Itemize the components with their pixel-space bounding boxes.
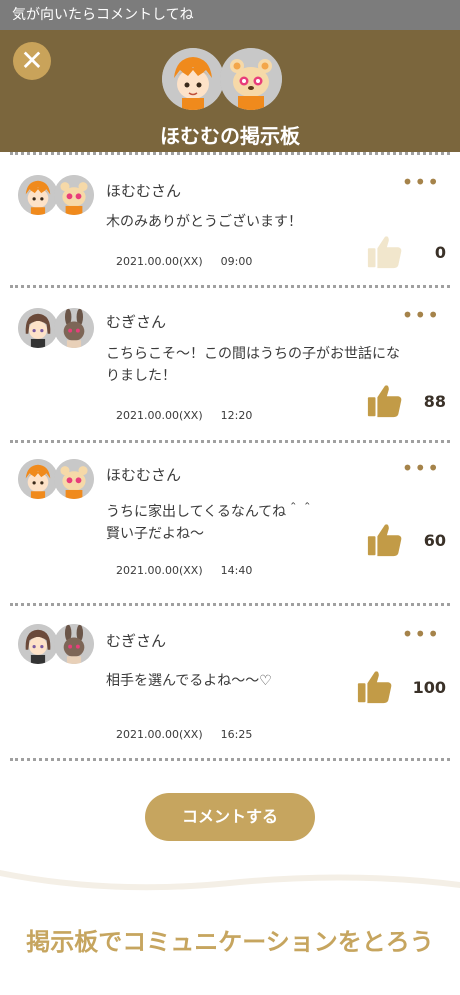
character-rabbit-icon (54, 308, 94, 348)
header-avatars (162, 48, 292, 112)
character-bear-icon (54, 459, 94, 499)
post-time: 12:20 (220, 409, 253, 422)
avatar (54, 175, 94, 215)
post-timestamp: 2021.00.00(XX) 14:40 (116, 564, 270, 577)
more-options-icon[interactable]: ••• (402, 458, 440, 478)
more-options-icon[interactable]: ••• (402, 172, 440, 192)
post-item: ほむむさん ••• 木のみありがとうございます！ 2021.00.00(XX) 0… (0, 155, 460, 285)
post-time: 14:40 (220, 564, 253, 577)
avatar-homumu-pet (220, 48, 282, 110)
character-girl-icon (18, 624, 58, 664)
like-button[interactable]: 60 (356, 521, 446, 561)
like-button[interactable]: 0 (356, 233, 446, 273)
character-bear-icon (220, 48, 282, 110)
post-item: むぎさん ••• 相手を選んでるよね〜〜♡ 2021.00.00(XX) 16:2… (0, 606, 460, 758)
post-avatars (18, 175, 96, 217)
post-date: 2021.00.00(XX) (116, 728, 203, 741)
post-avatars (18, 308, 96, 350)
post-date: 2021.00.00(XX) (116, 409, 203, 422)
page-title: ほむむの掲示板 (160, 124, 300, 148)
post-timestamp: 2021.00.00(XX) 16:25 (116, 728, 270, 741)
more-options-icon[interactable]: ••• (402, 305, 440, 325)
status-bar: 気が向いたらコメントしてね (0, 0, 460, 30)
avatar (54, 459, 94, 499)
close-button[interactable]: ✕ (13, 42, 51, 80)
post-item: むぎさん ••• こちらこそ〜！この間はうちの子がお世話になりました！ 2021… (0, 288, 460, 440)
avatar (18, 459, 58, 499)
thumbs-up-icon (367, 385, 402, 418)
more-options-icon[interactable]: ••• (402, 624, 440, 644)
comment-button[interactable]: コメントする (145, 793, 315, 841)
post-avatars (18, 624, 96, 666)
post-body: 木のみありがとうございます！ (106, 214, 302, 230)
like-count: 60 (423, 531, 446, 550)
post-avatars (18, 459, 96, 501)
post-item: ほむむさん ••• うちに家出してくるなんてね＾＾ 賢い子だよね〜 2021.0… (0, 443, 460, 603)
avatar (18, 175, 58, 215)
avatar (18, 308, 58, 348)
like-button[interactable]: 100 (346, 668, 446, 708)
post-author: むぎさん (106, 632, 167, 650)
post-author: ほむむさん (106, 182, 182, 200)
post-time: 16:25 (220, 728, 253, 741)
divider (10, 758, 450, 761)
like-count: 100 (412, 678, 446, 697)
character-girl-icon (18, 308, 58, 348)
post-timestamp: 2021.00.00(XX) 09:00 (116, 255, 270, 268)
like-count: 0 (434, 243, 446, 262)
avatar (18, 624, 58, 664)
avatar-homumu (162, 48, 224, 110)
character-boy-icon (18, 175, 58, 215)
like-count: 88 (423, 392, 446, 411)
character-boy-icon (162, 48, 224, 110)
post-author: むぎさん (106, 313, 167, 331)
post-author: ほむむさん (106, 466, 182, 484)
post-date: 2021.00.00(XX) (116, 255, 203, 268)
post-timestamp: 2021.00.00(XX) 12:20 (116, 409, 270, 422)
post-time: 09:00 (220, 255, 253, 268)
footer-tagline: 掲示板でコミュニケーションをとろう (26, 928, 434, 956)
avatar (54, 624, 94, 664)
close-icon: ✕ (20, 44, 44, 77)
character-bear-icon (54, 175, 94, 215)
post-list: ほむむさん ••• 木のみありがとうございます！ 2021.00.00(XX) 0… (0, 152, 460, 761)
thumbs-up-icon (367, 524, 402, 557)
post-date: 2021.00.00(XX) (116, 564, 203, 577)
status-bar-text: 気が向いたらコメントしてね (12, 7, 194, 23)
post-body: こちらこそ〜！この間はうちの子がお世話になりました！ (106, 346, 400, 384)
character-rabbit-icon (54, 624, 94, 664)
character-boy-icon (18, 459, 58, 499)
like-button[interactable]: 88 (356, 382, 446, 422)
thumbs-up-icon (357, 671, 392, 704)
wave-divider (0, 870, 460, 900)
avatar (54, 308, 94, 348)
thumbs-up-icon (367, 236, 402, 269)
board-header: ✕ ほむむの掲示板 (0, 30, 460, 152)
